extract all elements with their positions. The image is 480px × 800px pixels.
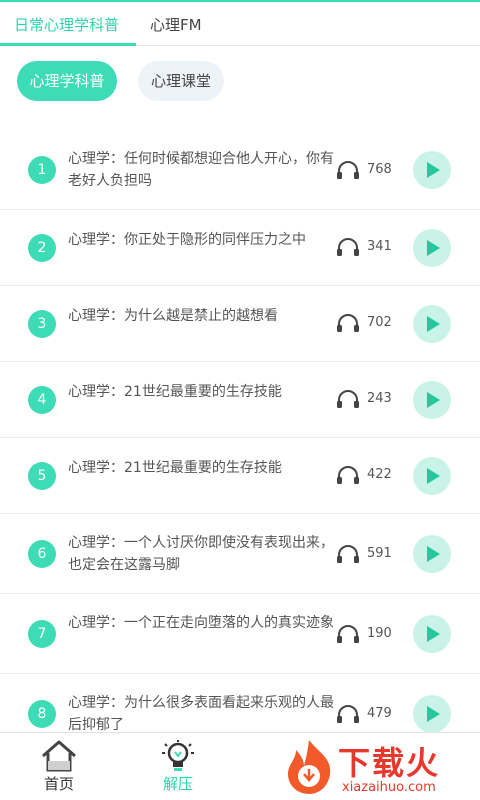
item-title: 心理学：任何时候都想迎合他人开心，你有老好人负担吗 (68, 151, 334, 189)
list-item[interactable]: 7 心理学：一个正在走向堕落的人的真实迹象 190 (0, 594, 480, 674)
play-count: 422 (367, 467, 392, 482)
item-number: 4 (28, 386, 56, 414)
tab-psychology-fm[interactable]: 心理FM (150, 14, 202, 35)
list-item[interactable]: 5 心理学：21世纪最重要的生存技能 422 (0, 438, 480, 514)
item-number: 5 (28, 462, 56, 490)
play-count: 190 (367, 626, 392, 641)
headphone-icon (337, 705, 359, 723)
item-number: 3 (28, 310, 56, 338)
watermark-brand: 下载火 (338, 744, 441, 782)
episode-list: 1 心理学：任何时候都想迎合他人开心，你有老好人负担吗 768 2 心理学：你正… (0, 130, 480, 732)
play-icon (427, 162, 440, 178)
item-title: 心理学：一个正在走向堕落的人的真实迹象 (68, 615, 334, 631)
watermark-url: xiazaihuo.com (342, 780, 436, 795)
play-button[interactable] (413, 457, 451, 495)
item-title: 心理学：21世纪最重要的生存技能 (68, 384, 282, 400)
item-number: 2 (28, 234, 56, 262)
play-icon (427, 316, 440, 332)
play-count: 479 (367, 706, 392, 721)
list-item[interactable]: 8 心理学：为什么很多表面看起来乐观的人最后抑郁了 479 (0, 674, 480, 732)
play-icon (427, 546, 440, 562)
play-button[interactable] (413, 381, 451, 419)
item-number: 8 (28, 700, 56, 728)
headphone-icon (337, 545, 359, 563)
headphone-icon (337, 390, 359, 408)
item-number: 1 (28, 156, 56, 184)
play-icon (427, 240, 440, 256)
play-button[interactable] (413, 615, 451, 653)
headphone-icon (337, 161, 359, 179)
play-icon (427, 468, 440, 484)
headphone-icon (337, 314, 359, 332)
lightbulb-icon (162, 740, 194, 771)
play-button[interactable] (413, 151, 451, 189)
list-item[interactable]: 2 心理学：你正处于隐形的同伴压力之中 341 (0, 210, 480, 286)
play-icon (427, 392, 440, 408)
play-count: 768 (367, 162, 392, 177)
tab-indicator (0, 43, 136, 46)
play-count: 341 (367, 239, 392, 254)
nav-home[interactable]: 首页 (14, 733, 104, 800)
play-button[interactable] (413, 695, 451, 732)
play-button[interactable] (413, 535, 451, 573)
list-item[interactable]: 3 心理学：为什么越是禁止的越想看 702 (0, 286, 480, 362)
watermark: 下载火 xiazaihuo.com (280, 736, 480, 800)
headphone-icon (337, 625, 359, 643)
list-item[interactable]: 6 心理学：一个人讨厌你即使没有表现出来，也定会在这露马脚 591 (0, 514, 480, 594)
item-title: 心理学：为什么很多表面看起来乐观的人最后抑郁了 (68, 695, 334, 732)
nav-home-label: 首页 (43, 775, 74, 793)
item-title: 心理学：21世纪最重要的生存技能 (68, 460, 282, 476)
play-count: 591 (367, 546, 392, 561)
item-title: 心理学：为什么越是禁止的越想看 (68, 308, 278, 324)
tab-daily-psychology[interactable]: 日常心理学科普 (14, 14, 119, 35)
item-title: 心理学：你正处于隐形的同伴压力之中 (68, 232, 306, 248)
item-number: 6 (28, 540, 56, 568)
nav-relax-label: 解压 (162, 775, 193, 793)
item-number: 7 (28, 620, 56, 648)
nav-relax[interactable]: 解压 (133, 733, 223, 800)
play-icon (427, 706, 440, 722)
chip-psychology-class[interactable]: 心理课堂 (138, 61, 224, 101)
list-item[interactable]: 4 心理学：21世纪最重要的生存技能 243 (0, 362, 480, 438)
headphone-icon (337, 238, 359, 256)
home-icon (42, 740, 76, 772)
headphone-icon (337, 466, 359, 484)
item-title: 心理学：一个人讨厌你即使没有表现出来，也定会在这露马脚 (68, 535, 334, 573)
play-icon (427, 626, 440, 642)
chip-psychology-science[interactable]: 心理学科普 (17, 61, 117, 101)
flame-logo-icon (288, 740, 331, 794)
list-item[interactable]: 1 心理学：任何时候都想迎合他人开心，你有老好人负担吗 768 (0, 130, 480, 210)
play-button[interactable] (413, 229, 451, 267)
play-count: 243 (367, 391, 392, 406)
play-button[interactable] (413, 305, 451, 343)
play-count: 702 (367, 315, 392, 330)
category-tabs: 日常心理学科普 心理FM (0, 2, 480, 46)
